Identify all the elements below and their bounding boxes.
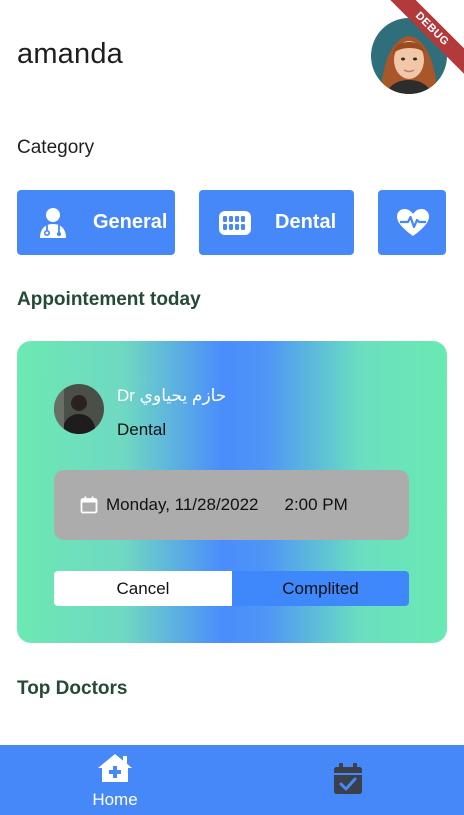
calendar-icon [80, 496, 98, 514]
doctor-icon [35, 205, 71, 241]
nav-home-tab[interactable]: Home [70, 753, 160, 809]
heart-pulse-icon [396, 205, 430, 241]
appointment-card[interactable]: Dr حازم يحياوي Dental Monday, 11/28/2022… [17, 341, 447, 643]
doctor-specialty: Dental [117, 420, 167, 439]
appointment-date: Monday, 11/28/2022 [106, 495, 259, 514]
teeth-icon [217, 205, 253, 241]
top-doctors-heading: Top Doctors [17, 678, 128, 699]
nav-appointments-tab[interactable] [330, 762, 366, 800]
category-cardiology-button[interactable] [378, 190, 446, 255]
doctor-name: Dr حازم يحياوي [117, 386, 227, 405]
cancel-appointment-button[interactable]: Cancel [54, 571, 232, 606]
doctor-avatar [54, 384, 104, 434]
category-heading: Category [17, 137, 95, 158]
complete-appointment-button[interactable]: Complited [232, 571, 409, 606]
appointment-today-heading: Appointement today [17, 289, 201, 310]
category-general-button[interactable]: General [17, 190, 175, 255]
category-dental-button[interactable]: Dental [199, 190, 354, 255]
appointment-time: 2:00 PM [284, 495, 348, 514]
nav-home-label: Home [92, 790, 138, 809]
category-list: General Dental [17, 190, 464, 255]
category-label: General [93, 211, 168, 233]
bottom-navigation: Home [0, 745, 464, 815]
user-avatar[interactable] [371, 18, 447, 94]
calendar-check-icon [333, 762, 363, 800]
home-plus-icon [97, 753, 133, 788]
category-label: Dental [275, 211, 337, 233]
appointment-datetime: Monday, 11/28/2022 2:00 PM [54, 470, 409, 540]
user-name: amanda [17, 38, 123, 70]
